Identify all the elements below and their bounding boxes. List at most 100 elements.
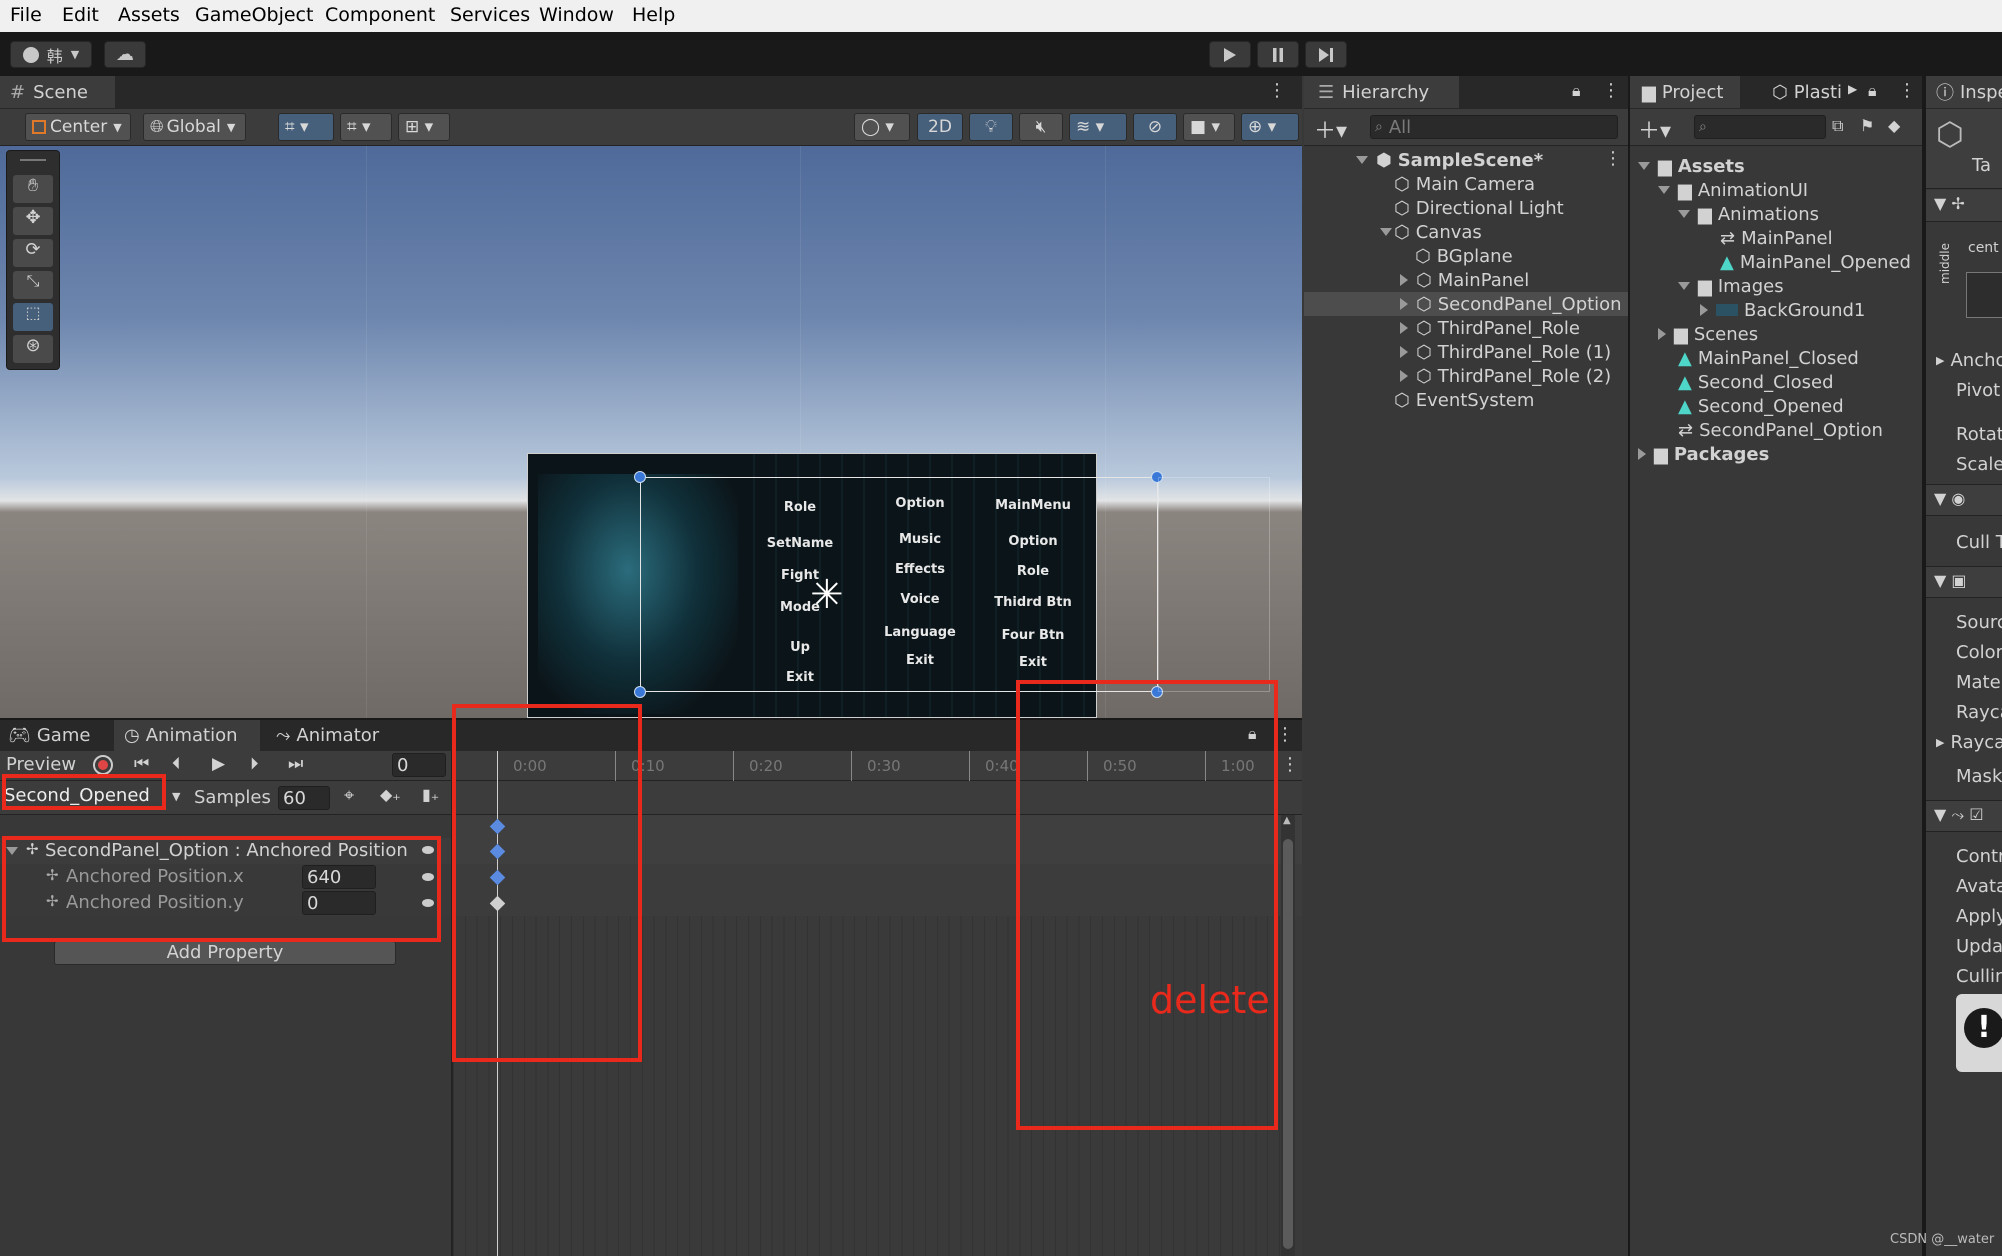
anchor-preset-button[interactable] xyxy=(1966,272,2002,318)
transform-tool[interactable]: ⊛ xyxy=(13,335,53,363)
play-animation-button[interactable]: ▶ xyxy=(212,754,225,774)
add-event-icon[interactable]: ▮₊ xyxy=(422,785,439,804)
hierarchy-item-thirdpanel-role[interactable]: ⬡ ThirdPanel_Role xyxy=(1400,316,1580,340)
hierarchy-item-mainpanel[interactable]: ⬡ MainPanel xyxy=(1400,268,1529,292)
step-button[interactable] xyxy=(1305,41,1347,68)
type-filter-icon[interactable]: ⚑ xyxy=(1860,116,1874,135)
samples-input[interactable]: 60 xyxy=(278,786,330,810)
first-keyframe-button[interactable]: ⏮ xyxy=(134,754,149,774)
hierarchy-item-main-camera[interactable]: ⬡ Main Camera xyxy=(1394,172,1535,196)
more-icon[interactable]: ⋮ xyxy=(1604,148,1622,169)
tab-inspector[interactable]: ⓘ Inspe xyxy=(1926,76,2002,108)
pivot-dropdown[interactable]: Center ▼ xyxy=(25,113,131,141)
audio-button[interactable]: 🔇︎ xyxy=(1019,113,1063,141)
lighting-button[interactable]: 💡︎ xyxy=(969,113,1013,141)
project-item-background1[interactable]: BackGround1 xyxy=(1700,298,1865,322)
project-item-animations[interactable]: ▆ Animations xyxy=(1678,202,1819,226)
chevron-down-icon[interactable]: ▼ xyxy=(172,790,180,803)
frame-input[interactable]: 0 xyxy=(392,753,446,777)
menu-help[interactable]: Help xyxy=(632,4,675,26)
menu-assets[interactable]: Assets xyxy=(118,4,180,26)
lock-icon[interactable]: 🔒︎ xyxy=(1868,81,1877,101)
more-icon[interactable]: ⋮ xyxy=(1898,80,1916,101)
project-item-scenes[interactable]: ▆ Scenes xyxy=(1658,322,1758,346)
next-keyframe-button[interactable]: ⏵ xyxy=(250,754,259,774)
scale-tool[interactable]: ⤡ xyxy=(13,271,53,299)
toggle-2d-button[interactable]: 2D xyxy=(917,113,963,141)
target-icon[interactable]: ⌖ xyxy=(344,785,354,806)
cloud-button[interactable]: ☁ xyxy=(104,41,146,68)
label-filter-icon[interactable]: ◆ xyxy=(1888,116,1900,135)
preview-toggle[interactable]: Preview xyxy=(6,754,76,775)
rect-handle[interactable] xyxy=(634,686,646,698)
visibility-button[interactable]: ⊘ xyxy=(1133,113,1177,141)
draw-mode-dropdown[interactable]: ◯ ▾ xyxy=(854,113,910,141)
hierarchy-item-bgplane[interactable]: ⬡ BGplane xyxy=(1415,244,1513,268)
rect-handle[interactable] xyxy=(634,471,646,483)
add-property-button[interactable]: Add Property xyxy=(54,941,396,965)
lock-icon[interactable]: 🔒︎ xyxy=(1572,81,1581,101)
pause-button[interactable] xyxy=(1257,41,1299,68)
scene-viewport[interactable]: ✋︎ ✥ ⟳ ⤡ ⬚ ⊛ Role SetName Fight Mode Up … xyxy=(0,146,1302,718)
image-component-header[interactable]: ▼ ▣ xyxy=(1926,566,2002,598)
add-icon[interactable]: ＋▾ xyxy=(1314,113,1347,145)
hierarchy-item-canvas[interactable]: ⬡ Canvas xyxy=(1380,220,1482,244)
grid-visibility-button[interactable]: ⌗ ▾ xyxy=(340,113,392,141)
grid-snap-button[interactable]: ⌗ ▾ xyxy=(278,113,334,141)
record-button[interactable] xyxy=(93,755,113,775)
canvas-renderer-header[interactable]: ▼ ◉ xyxy=(1926,484,2002,516)
tab-animation[interactable]: ◷ Animation xyxy=(114,720,260,751)
more-icon[interactable]: ⋮ xyxy=(1281,754,1299,775)
prev-keyframe-button[interactable]: ⏴ xyxy=(172,754,181,774)
project-item-mainpanel-closed[interactable]: ▲ MainPanel_Closed xyxy=(1678,346,1859,370)
rect-transform-header[interactable]: ▼ ✢ xyxy=(1926,190,2002,222)
menu-services[interactable]: Services xyxy=(450,4,530,26)
last-keyframe-button[interactable]: ⏭ xyxy=(288,754,303,774)
project-item-assets[interactable]: ▆ Assets xyxy=(1638,154,1745,178)
vertical-scrollbar[interactable]: ▲ xyxy=(1281,815,1295,1256)
hierarchy-item-thirdpanel-role-2[interactable]: ⬡ ThirdPanel_Role (2) xyxy=(1400,364,1611,388)
scrollbar-thumb[interactable] xyxy=(1283,839,1293,1249)
add-keyframe-icon[interactable]: ◆₊ xyxy=(380,785,401,804)
menu-window[interactable]: Window xyxy=(539,4,614,26)
play-button[interactable] xyxy=(1209,41,1251,68)
menu-component[interactable]: Component xyxy=(325,4,435,26)
hand-tool[interactable]: ✋︎ xyxy=(13,175,53,203)
project-item-mainpanel-controller[interactable]: ⇄ MainPanel xyxy=(1720,226,1833,250)
hierarchy-item-thirdpanel-role-1[interactable]: ⬡ ThirdPanel_Role (1) xyxy=(1400,340,1611,364)
project-item-animationui[interactable]: ▆ AnimationUI xyxy=(1658,178,1808,202)
effects-dropdown[interactable]: ≋ ▾ xyxy=(1069,113,1127,141)
tab-game[interactable]: 🎮︎ Game xyxy=(0,720,114,751)
tab-project[interactable]: ▆ Project xyxy=(1630,76,1740,108)
more-icon[interactable]: ⋮ xyxy=(1602,80,1620,101)
hierarchy-item-secondpanel-option[interactable]: ⬡ SecondPanel_Option xyxy=(1400,292,1622,316)
project-item-mainpanel-opened[interactable]: ▲ MainPanel_Opened xyxy=(1720,250,1911,274)
menu-edit[interactable]: Edit xyxy=(62,4,99,26)
project-item-images[interactable]: ▆ Images xyxy=(1678,274,1784,298)
add-icon[interactable]: ＋▾ xyxy=(1638,113,1671,145)
hierarchy-item-eventsystem[interactable]: ⬡ EventSystem xyxy=(1394,388,1534,412)
project-item-second-opened[interactable]: ▲ Second_Opened xyxy=(1678,394,1844,418)
account-dropdown[interactable]: 韩 ▼ xyxy=(10,41,92,68)
menu-file[interactable]: File xyxy=(10,4,42,26)
rotate-tool[interactable]: ⟳ xyxy=(13,239,53,267)
tab-scene[interactable]: # Scene xyxy=(0,76,115,108)
filter-icon[interactable]: ⧉ xyxy=(1832,116,1843,136)
tab-animator[interactable]: ⤳ Animator xyxy=(270,720,400,751)
project-item-packages[interactable]: ▆ Packages xyxy=(1638,442,1769,466)
rect-tool[interactable]: ⬚ xyxy=(13,303,53,331)
camera-dropdown[interactable]: ■ ▾ xyxy=(1183,113,1235,141)
scene-root[interactable]: ⬢ SampleScene* xyxy=(1356,148,1543,172)
menu-gameobject[interactable]: GameObject xyxy=(195,4,313,26)
project-search-input[interactable]: ⌕ xyxy=(1694,115,1826,139)
more-icon[interactable]: ⋮ xyxy=(1268,80,1286,101)
drag-handle[interactable] xyxy=(20,159,46,161)
project-item-secondpanel-option[interactable]: ⇄ SecondPanel_Option xyxy=(1678,418,1883,442)
tab-hierarchy[interactable]: ☰ Hierarchy xyxy=(1304,76,1459,108)
project-item-second-closed[interactable]: ▲ Second_Closed xyxy=(1678,370,1834,394)
space-dropdown[interactable]: 🌐︎ Global ▼ xyxy=(143,113,246,141)
gizmos-dropdown[interactable]: ⊕ ▾ xyxy=(1241,113,1299,141)
hierarchy-search-input[interactable]: ⌕ All xyxy=(1370,115,1618,139)
more-icon[interactable]: ⋮ xyxy=(1276,724,1294,745)
animator-component-header[interactable]: ▼ ⤳ ☑ xyxy=(1926,800,2002,832)
